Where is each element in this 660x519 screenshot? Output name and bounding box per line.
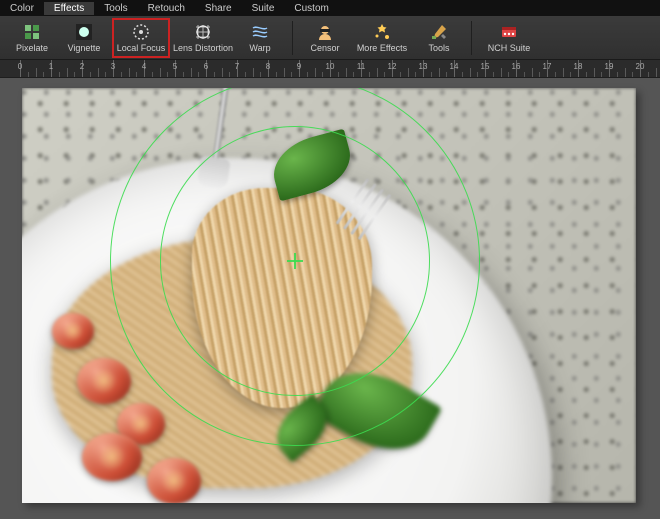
tools-label: Tools (428, 43, 449, 53)
ruler-number: 4 (142, 62, 146, 71)
ruler-tick-mid (36, 68, 37, 78)
lens-distortion-icon (193, 22, 213, 42)
local-focus-label: Local Focus (117, 43, 166, 53)
ruler-tick-mid (67, 68, 68, 78)
tomato (52, 313, 94, 349)
pixelate-label: Pixelate (16, 43, 48, 53)
toolbar-separator (292, 21, 293, 55)
vignette-button[interactable]: Vignette (60, 18, 108, 58)
tools-button[interactable]: Tools (415, 18, 463, 58)
ruler-tick-mid (470, 68, 471, 78)
canvas-area[interactable] (0, 78, 660, 519)
more-effects-label: More Effects (357, 43, 407, 53)
ruler-tick-mid (191, 68, 192, 78)
ruler-tick-mid (532, 68, 533, 78)
menu-tools[interactable]: Tools (94, 2, 137, 15)
censor-button[interactable]: Censor (301, 18, 349, 58)
censor-label: Censor (310, 43, 339, 53)
censor-icon (315, 22, 335, 42)
ruler-number: 3 (111, 62, 115, 71)
warp-button[interactable]: Warp (236, 18, 284, 58)
lens-distortion-button[interactable]: Lens Distortion (174, 18, 232, 58)
ruler-tick-mid (315, 68, 316, 78)
ruler-tick-mid (377, 68, 378, 78)
more-effects-icon (372, 22, 392, 42)
ruler-tick-mid (439, 68, 440, 78)
ruler-number: 19 (605, 62, 614, 71)
ruler-number: 16 (512, 62, 521, 71)
effects-toolbar: Pixelate Vignette Local Focus Lens Distorti… (0, 16, 660, 60)
menu-effects[interactable]: Effects (44, 2, 94, 15)
ruler-tick-mid (563, 68, 564, 78)
menu-retouch[interactable]: Retouch (138, 2, 195, 15)
ruler-tick-mid (98, 68, 99, 78)
tomato (147, 458, 201, 503)
ruler-tick-mid (346, 68, 347, 78)
ruler-number: 0 (18, 62, 22, 71)
tools-icon (429, 22, 449, 42)
ruler-number: 6 (204, 62, 208, 71)
ruler-number: 17 (543, 62, 552, 71)
ruler-tick-mid (284, 68, 285, 78)
ruler-number: 14 (450, 62, 459, 71)
ruler-tick-mid (656, 68, 657, 78)
ruler-tick-mid (501, 68, 502, 78)
toolbar-separator (471, 21, 472, 55)
ruler-number: 13 (419, 62, 428, 71)
menu-color[interactable]: Color (0, 2, 44, 15)
more-effects-button[interactable]: More Effects (353, 18, 411, 58)
ruler-number: 7 (235, 62, 239, 71)
ruler-number: 1 (49, 62, 53, 71)
pixelate-button[interactable]: Pixelate (8, 18, 56, 58)
nch-suite-icon (499, 22, 519, 42)
horizontal-ruler: 01234567891011121314151617181920 (0, 60, 660, 78)
ruler-number: 5 (173, 62, 177, 71)
vignette-icon (74, 22, 94, 42)
warp-icon (250, 22, 270, 42)
menu-share[interactable]: Share (195, 2, 242, 15)
menu-custom[interactable]: Custom (284, 2, 338, 15)
nch-suite-button[interactable]: NCH Suite (480, 18, 538, 58)
ruler-tick-mid (594, 68, 595, 78)
ruler-number: 12 (388, 62, 397, 71)
ruler-tick-mid (222, 68, 223, 78)
ruler-tick-mid (253, 68, 254, 78)
local-focus-icon (131, 22, 151, 42)
ruler-number: 2 (80, 62, 84, 71)
ruler-number: 15 (481, 62, 490, 71)
ruler-number: 8 (266, 62, 270, 71)
vignette-label: Vignette (68, 43, 101, 53)
ruler-tick-mid (625, 68, 626, 78)
ruler-number: 11 (357, 62, 365, 71)
nch-suite-label: NCH Suite (488, 43, 531, 53)
ruler-number: 20 (636, 62, 645, 71)
local-focus-button[interactable]: Local Focus (112, 18, 170, 58)
warp-label: Warp (249, 43, 270, 53)
ruler-tick-mid (129, 68, 130, 78)
menu-suite[interactable]: Suite (242, 2, 285, 15)
menu-bar: ColorEffectsToolsRetouchShareSuiteCustom (0, 0, 660, 16)
image-canvas[interactable] (22, 88, 636, 503)
lens-distortion-label: Lens Distortion (173, 43, 233, 53)
tomato (77, 358, 131, 404)
ruler-number: 10 (326, 62, 335, 71)
ruler-tick-mid (408, 68, 409, 78)
tomato (82, 433, 142, 481)
ruler-number: 9 (297, 62, 301, 71)
pixelate-icon (22, 22, 42, 42)
ruler-number: 18 (574, 62, 583, 71)
ruler-tick-mid (160, 68, 161, 78)
